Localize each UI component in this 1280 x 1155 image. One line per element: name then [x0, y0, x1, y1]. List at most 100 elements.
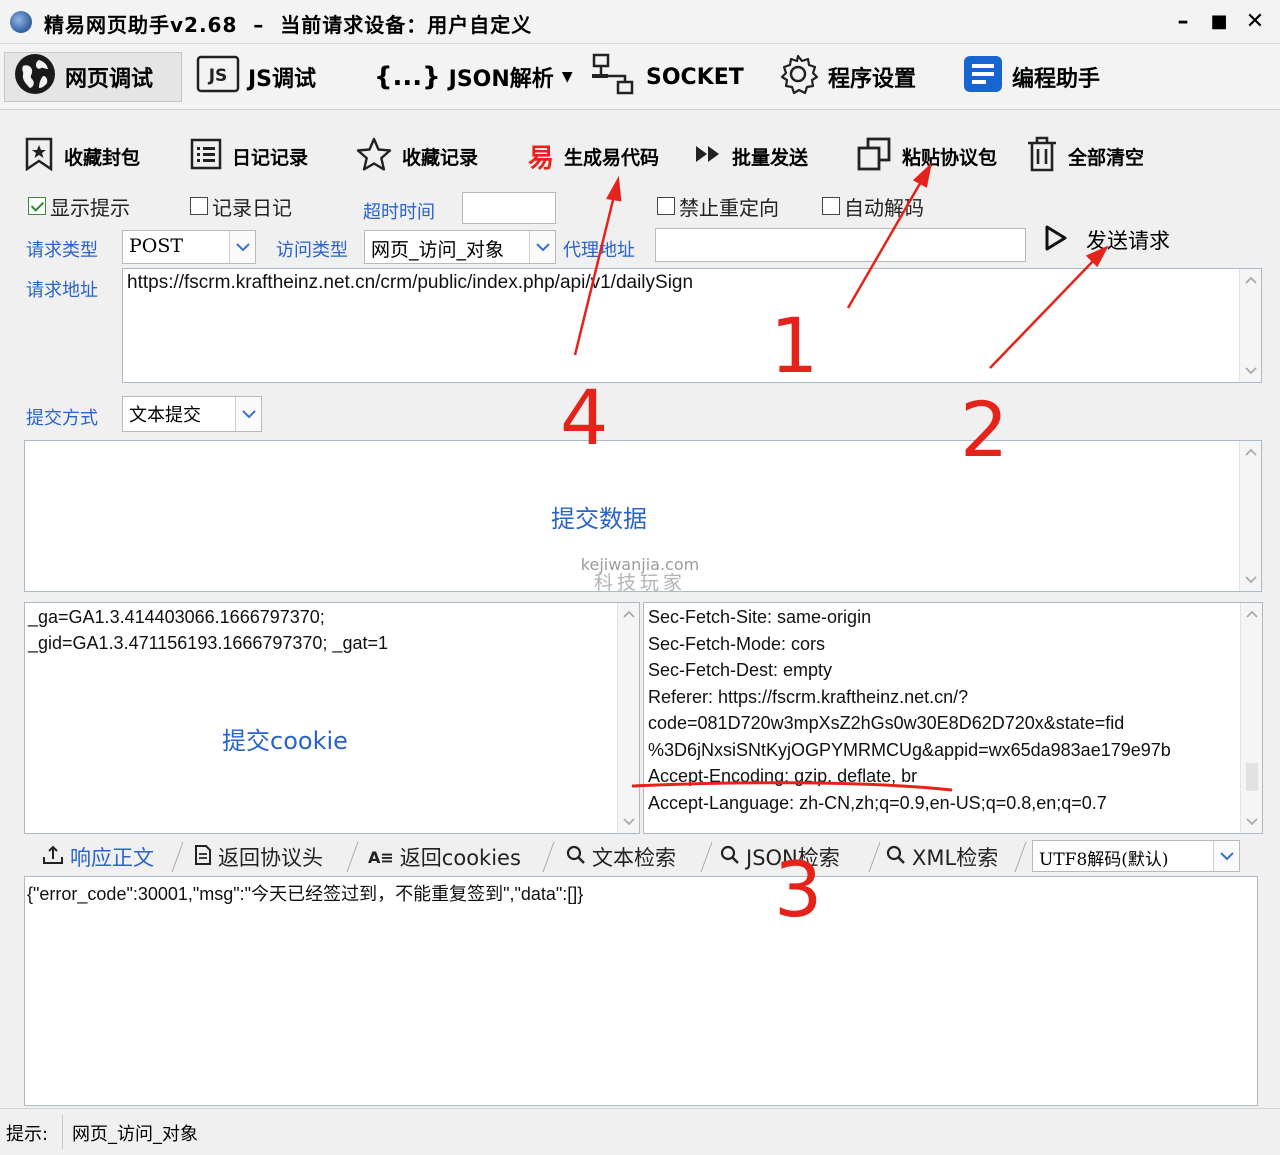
- header-line: Referer: https://fscrm.kraftheinz.net.cn…: [648, 686, 969, 707]
- tab-response-headers[interactable]: 返回协议头: [194, 840, 323, 874]
- tab-response-body[interactable]: 响应正文: [42, 840, 154, 874]
- menu-code-helper[interactable]: 编程助手: [954, 52, 1108, 102]
- cookie-line: _gid=GA1.3.471156193.1666797370; _gat=1: [28, 633, 388, 653]
- checkbox-checked-icon[interactable]: [28, 197, 46, 215]
- access-type-value: 网页_访问_对象: [371, 239, 505, 261]
- timeout-input[interactable]: [462, 192, 556, 224]
- log-record-label: 日记记录: [232, 146, 309, 169]
- send-request-button[interactable]: 发送请求: [1044, 224, 1170, 256]
- submit-type-value: 文本提交: [129, 405, 201, 426]
- scroll-up-icon[interactable]: [1240, 441, 1261, 463]
- cookie-textarea[interactable]: _ga=GA1.3.414403066.1666797370; _gid=GA1…: [24, 602, 640, 834]
- menu-socket[interactable]: SOCKET: [582, 52, 752, 102]
- paste-packet-button[interactable]: 粘贴协议包: [856, 136, 997, 176]
- watermark-brand: 科技玩家: [593, 572, 686, 594]
- play-icon: [1044, 224, 1068, 256]
- proxy-label: 代理地址: [563, 240, 635, 261]
- menu-json-parse[interactable]: {...} JSON解析 ▼: [366, 52, 581, 102]
- tab-response-headers-label: 返回协议头: [218, 846, 323, 870]
- menu-settings[interactable]: 程序设置: [768, 52, 924, 102]
- cookie-placeholder: 提交cookie: [222, 727, 348, 755]
- scroll-down-icon[interactable]: [1240, 569, 1261, 591]
- headers-scrollbar[interactable]: [1240, 603, 1262, 833]
- menu-settings-label: 程序设置: [828, 67, 917, 92]
- header-line: Accept-Language: zh-CN,zh;q=0.9,en-US;q=…: [648, 792, 1107, 813]
- maximize-button[interactable]: ■: [1202, 6, 1236, 38]
- save-packet-button[interactable]: 收藏封包: [24, 136, 140, 176]
- log-record-button[interactable]: 日记记录: [190, 136, 308, 176]
- scroll-up-icon[interactable]: [618, 603, 639, 625]
- no-redirect-checkbox[interactable]: 禁止重定向: [657, 193, 779, 220]
- proxy-input[interactable]: [655, 228, 1026, 262]
- checkbox-unchecked-icon[interactable]: [657, 197, 675, 215]
- checkbox-unchecked-icon[interactable]: [190, 197, 208, 215]
- url-scrollbar[interactable]: [1239, 269, 1261, 382]
- post-data-scrollbar[interactable]: [1239, 441, 1261, 591]
- tab-divider: [171, 842, 184, 872]
- no-redirect-label: 禁止重定向: [679, 195, 779, 220]
- method-select[interactable]: POST: [122, 230, 256, 264]
- annotation-number-2: 2: [960, 385, 1009, 474]
- annotation-number-4: 4: [560, 373, 609, 462]
- response-body-textarea[interactable]: {"error_code":30001,"msg":"今天已经签过到，不能重复签…: [24, 876, 1258, 1106]
- scroll-down-icon[interactable]: [1240, 360, 1261, 382]
- scroll-up-icon[interactable]: [1241, 603, 1262, 625]
- encoding-select[interactable]: UTF8解码(默认): [1032, 840, 1240, 872]
- menu-web-debug[interactable]: 网页调试: [4, 52, 182, 102]
- js-icon: JS: [196, 55, 240, 99]
- chevron-down-icon[interactable]: [529, 231, 555, 263]
- annotation-number-1: 1: [770, 301, 819, 390]
- chevron-down-icon[interactable]: [229, 231, 255, 263]
- generate-code-label: 生成易代码: [564, 146, 660, 169]
- submit-type-select[interactable]: 文本提交: [122, 396, 262, 432]
- url-textarea[interactable]: https://fscrm.kraftheinz.net.cn/crm/publ…: [122, 268, 1262, 383]
- menu-js-debug[interactable]: JS JS调试: [188, 52, 324, 102]
- auto-decode-checkbox[interactable]: 自动解码: [822, 193, 924, 220]
- title-bar: 精易网页助手v2.68 – 当前请求设备：用户自定义 – ■ ✕: [0, 0, 1280, 44]
- record-log-label: 记录日记: [212, 195, 292, 220]
- bookmark-star-icon: [24, 137, 54, 176]
- menu-json-parse-label: JSON解析: [448, 67, 554, 92]
- status-divider: [62, 1115, 63, 1149]
- response-body-text: {"error_code":30001,"msg":"今天已经签过到，不能重复签…: [27, 884, 584, 904]
- show-tips-checkbox[interactable]: 显示提示: [28, 193, 130, 220]
- status-value: 网页_访问_对象: [72, 1124, 198, 1145]
- tab-divider: [1014, 842, 1027, 872]
- url-value: https://fscrm.kraftheinz.net.cn/crm/publ…: [127, 272, 694, 293]
- paste-packet-label: 粘贴协议包: [902, 146, 998, 169]
- tab-divider: [542, 842, 555, 872]
- cookie-scrollbar[interactable]: [617, 603, 639, 833]
- status-label: 提示:: [6, 1124, 49, 1145]
- scroll-down-icon[interactable]: [1241, 811, 1262, 833]
- chevron-down-icon[interactable]: [1213, 841, 1239, 871]
- tab-xml-search[interactable]: XML检索: [886, 840, 998, 874]
- tab-response-cookies[interactable]: A≡ 返回cookies: [368, 840, 521, 874]
- chevron-down-icon[interactable]: [235, 397, 261, 431]
- scroll-thumb[interactable]: [1246, 763, 1258, 791]
- tab-text-search[interactable]: 文本检索: [566, 840, 676, 874]
- scroll-down-icon[interactable]: [618, 811, 639, 833]
- batch-send-button[interactable]: 批量发送: [694, 136, 808, 176]
- submit-type-label: 提交方式: [26, 408, 98, 429]
- post-data-placeholder: 提交数据: [551, 505, 647, 533]
- main-menu-bar: 网页调试 JS JS调试 {...} JSON解析 ▼ SOCKET 程序设置 …: [0, 44, 1280, 110]
- scroll-up-icon[interactable]: [1240, 269, 1261, 291]
- caret-down-icon[interactable]: ▼: [562, 69, 573, 85]
- minimize-button[interactable]: –: [1166, 6, 1200, 38]
- braces-icon: {...}: [374, 62, 441, 92]
- favorites-button[interactable]: 收藏记录: [356, 136, 478, 176]
- url-label: 请求地址: [26, 280, 98, 301]
- clear-all-button[interactable]: 全部清空: [1026, 136, 1144, 176]
- generate-code-button[interactable]: 易 生成易代码: [528, 136, 659, 176]
- close-button[interactable]: ✕: [1238, 6, 1272, 38]
- headers-textarea[interactable]: Sec-Fetch-Site: same-origin Sec-Fetch-Mo…: [643, 602, 1263, 834]
- search-icon: [566, 845, 586, 870]
- header-line: %3D6jNxsiSNtKyjOGPYMRMCUg&appid=wx65da98…: [648, 739, 1171, 760]
- tab-divider: [346, 842, 359, 872]
- menu-js-debug-label: JS调试: [248, 67, 317, 92]
- access-type-select[interactable]: 网页_访问_对象: [364, 230, 556, 264]
- record-log-checkbox[interactable]: 记录日记: [190, 193, 292, 220]
- method-value: POST: [129, 235, 184, 257]
- header-line: Sec-Fetch-Site: same-origin: [648, 607, 872, 627]
- checkbox-unchecked-icon[interactable]: [822, 197, 840, 215]
